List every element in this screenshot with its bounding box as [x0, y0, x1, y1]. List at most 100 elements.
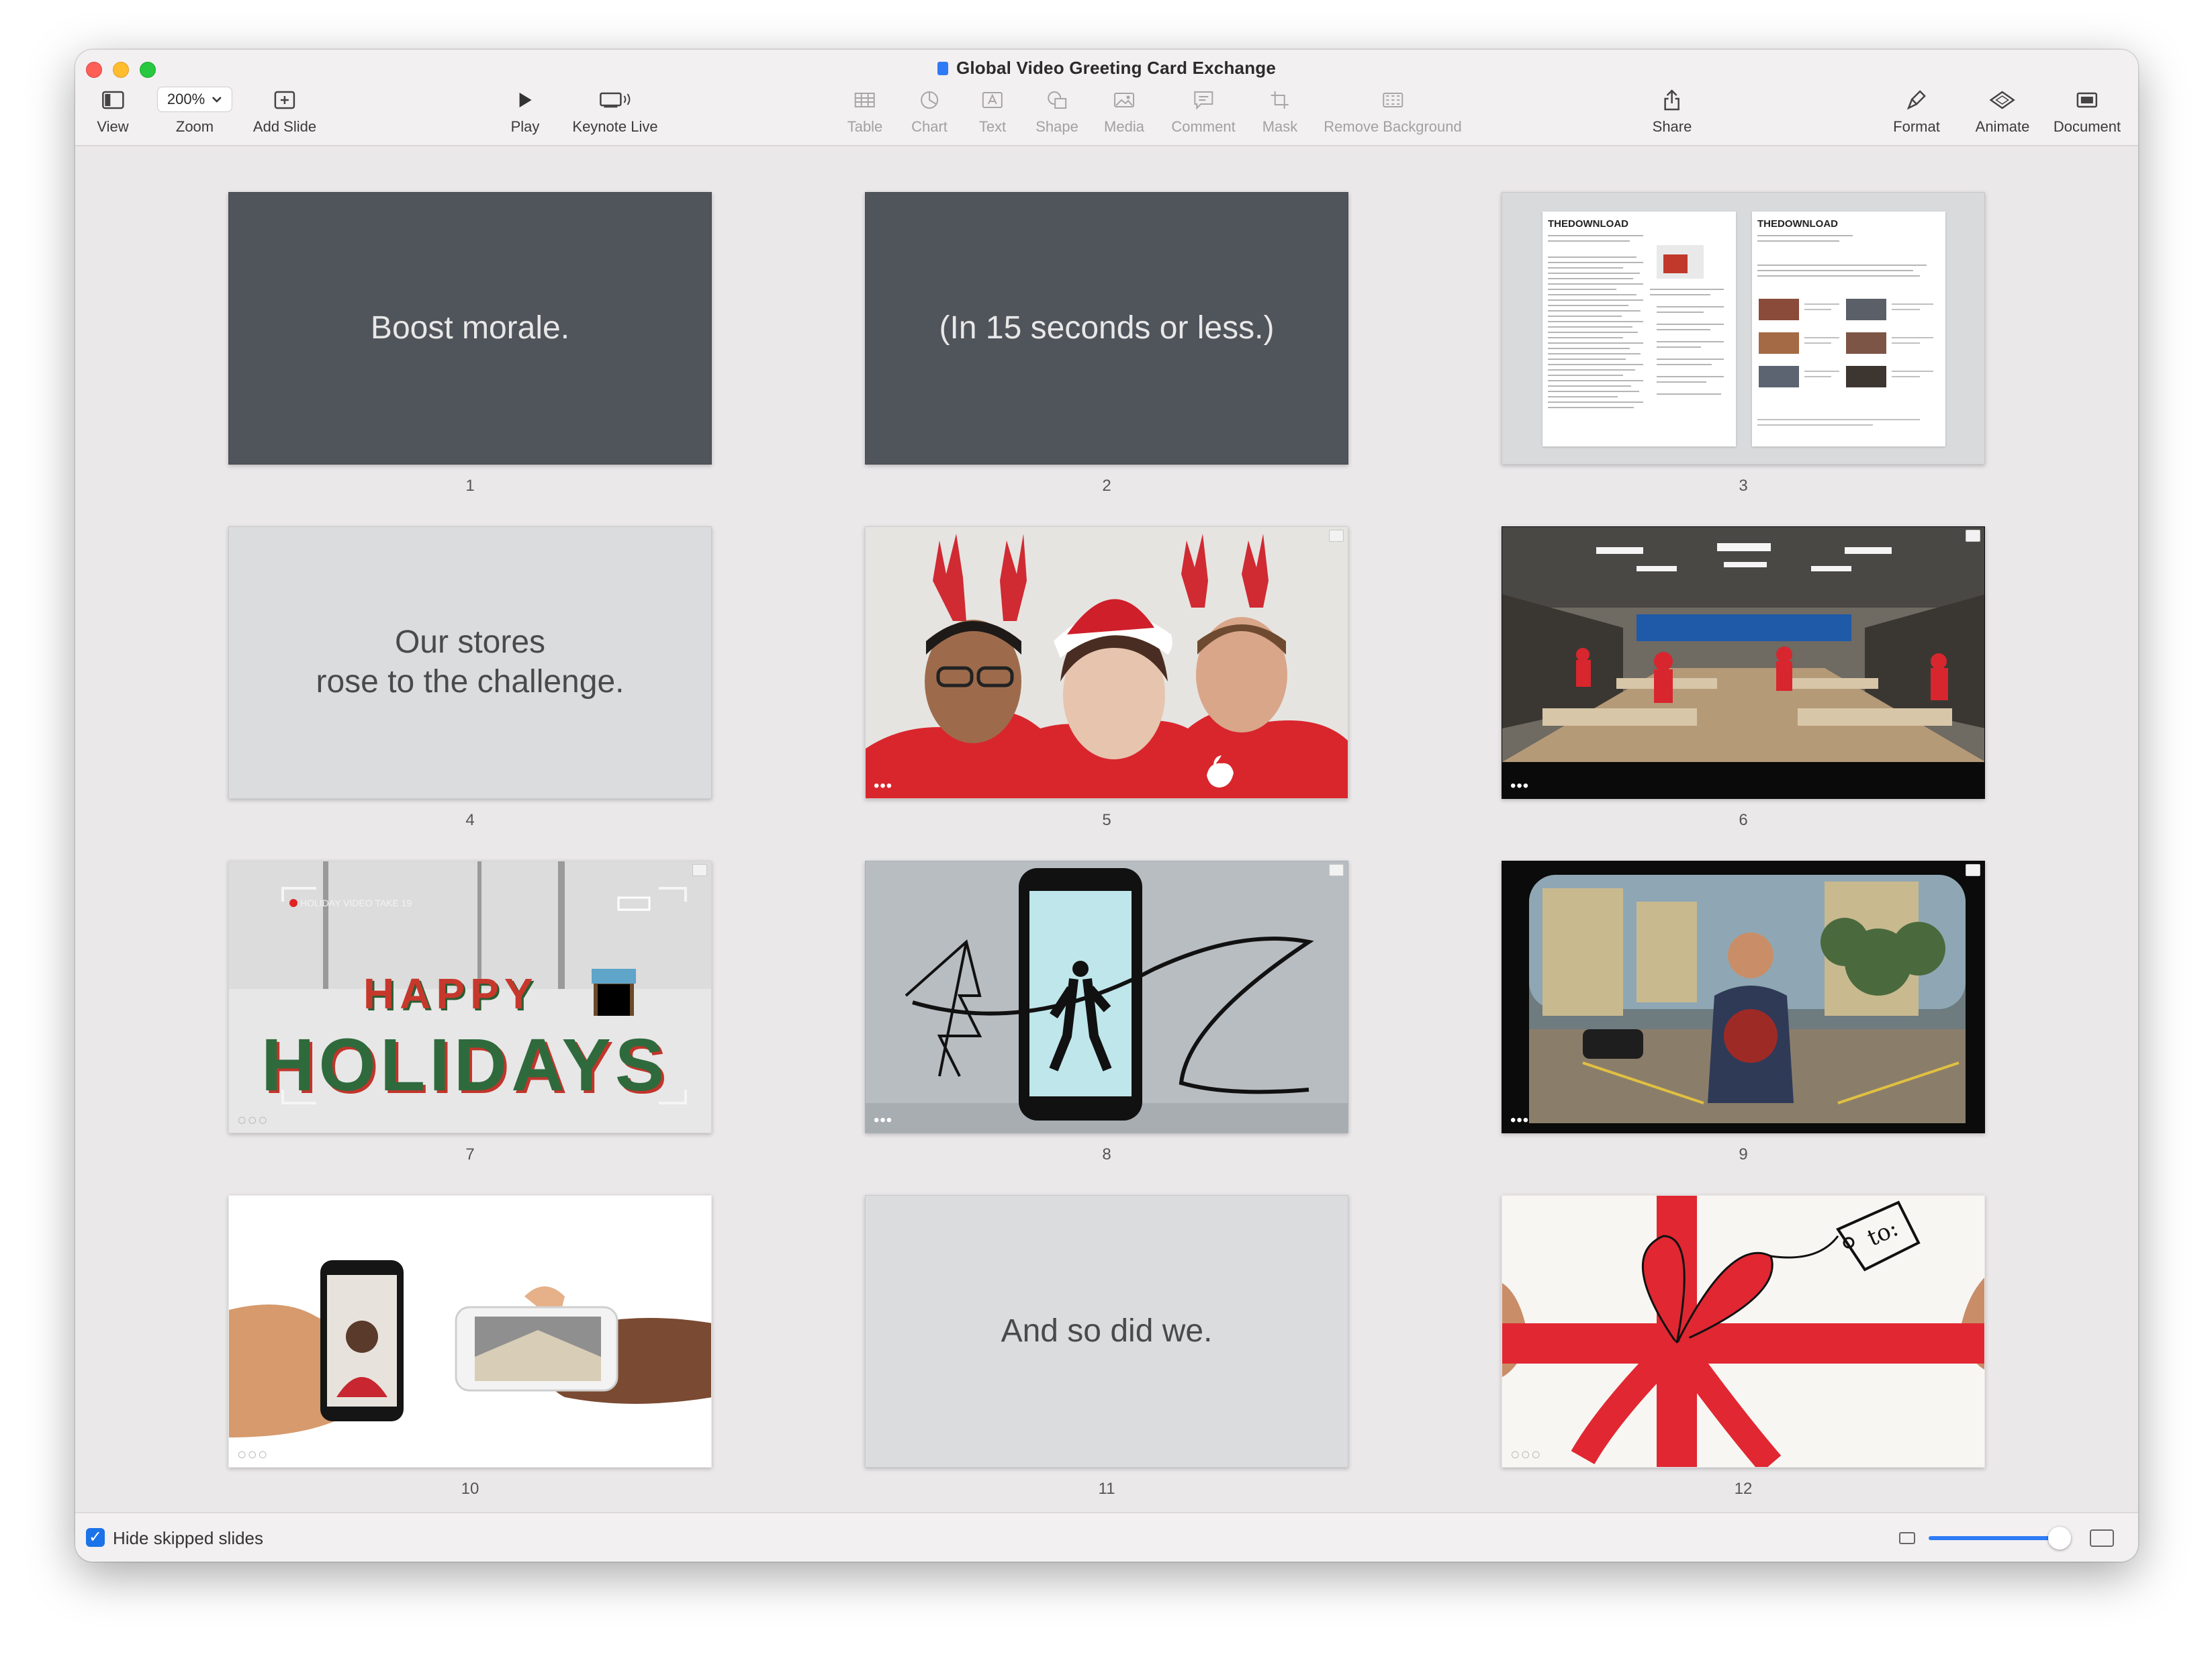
remove-background-button[interactable]: Remove Background — [1324, 89, 1462, 136]
slide-number-3: 3 — [1739, 477, 1748, 495]
slide-thumbnail-12[interactable]: to: ○○○ — [1502, 1195, 1985, 1468]
presenter-notes-icon — [1966, 530, 1980, 542]
more-options-icon[interactable]: ••• — [1510, 1112, 1529, 1129]
keynote-document-icon — [937, 62, 948, 75]
slide-number-2: 2 — [1102, 477, 1111, 495]
comment-icon — [1171, 89, 1235, 111]
slide-number-10: 10 — [461, 1480, 479, 1498]
presenter-notes-icon — [1966, 864, 1980, 876]
slide-4-text: Our stores rose to the challenge. — [229, 527, 711, 798]
zoom-select[interactable]: 200% — [156, 87, 233, 112]
text-box-icon — [979, 89, 1006, 111]
comment-label: Comment — [1171, 118, 1236, 135]
slide-thumbnail-2[interactable]: (In 15 seconds or less.) — [865, 192, 1348, 465]
share-label: Share — [1652, 118, 1692, 135]
comment-button[interactable]: Comment — [1171, 89, 1236, 136]
view-label: View — [97, 118, 129, 135]
slide-thumbnail-3[interactable]: THEDOWNLOAD THEDOWNLOAD — [1502, 192, 1985, 465]
small-thumbnail-icon — [1899, 1532, 1915, 1544]
hide-skipped-label[interactable]: Hide skipped slides — [113, 1528, 263, 1549]
view-button[interactable]: View — [97, 89, 129, 136]
slide-number-12: 12 — [1734, 1480, 1753, 1498]
crop-icon — [1262, 89, 1298, 111]
light-table-footer: ✓ Hide skipped slides — [75, 1512, 2138, 1562]
media-button[interactable]: Media — [1104, 89, 1144, 136]
slide-thumbnail-7[interactable]: HAPPY HOLIDAYS HOLIDAY VIDEO TAKE 19 ○○○ — [228, 861, 712, 1133]
animate-button[interactable]: Animate — [1976, 89, 2030, 136]
shape-icon — [1035, 89, 1078, 111]
text-button[interactable]: Text — [979, 89, 1006, 136]
slide-thumbnail-4[interactable]: Our stores rose to the challenge. — [228, 526, 712, 799]
lego-holidays-text: HOLIDAYS — [261, 1024, 669, 1106]
newsletter-page-left: THEDOWNLOAD — [1542, 211, 1736, 446]
more-options-icon[interactable]: ○○○ — [237, 1112, 269, 1129]
slide-2-text: (In 15 seconds or less.) — [939, 310, 1275, 346]
slide-thumbnail-1[interactable]: Boost morale. — [228, 192, 712, 465]
slide-thumbnail-11[interactable]: And so did we. — [865, 1195, 1348, 1468]
large-thumbnail-icon — [2090, 1529, 2114, 1547]
slide-thumbnail-6[interactable]: ••• — [1502, 526, 1985, 799]
slide-thumbnail-8[interactable]: ••• — [865, 861, 1348, 1133]
more-options-icon[interactable]: ••• — [1510, 778, 1529, 794]
slide-number-1: 1 — [465, 477, 475, 495]
play-label: Play — [510, 118, 540, 135]
slide-number-5: 5 — [1102, 811, 1111, 829]
add-slide-button[interactable]: Add Slide — [253, 89, 316, 136]
play-button[interactable]: Play — [510, 89, 540, 136]
phone-sketch-photo — [866, 861, 1348, 1133]
presenter-notes-icon — [1329, 530, 1344, 542]
more-options-icon[interactable]: ••• — [874, 1112, 892, 1129]
slide-thumbnail-5[interactable]: ••• — [865, 526, 1348, 799]
media-label: Media — [1104, 118, 1144, 135]
light-table-slide-grid: Boost morale. 1 (In 15 seconds or less.)… — [75, 148, 2138, 1512]
zoom-value: 200% — [167, 91, 205, 107]
format-button[interactable]: Format — [1893, 89, 1940, 136]
slide-number-7: 7 — [465, 1145, 475, 1164]
chart-label: Chart — [911, 118, 948, 135]
more-options-icon[interactable]: ○○○ — [1510, 1447, 1542, 1463]
window-title: Global Video Greeting Card Exchange — [75, 58, 2138, 79]
zoom-label: Zoom — [175, 118, 214, 135]
thumbnail-size-slider[interactable] — [1929, 1536, 2063, 1540]
slide-thumbnail-9[interactable]: ••• — [1502, 861, 1985, 1133]
photo-icon — [1104, 89, 1144, 111]
add-slide-icon — [253, 89, 316, 111]
more-options-icon[interactable]: ••• — [874, 778, 892, 794]
keynote-window: Global Video Greeting Card Exchange View… — [75, 50, 2138, 1562]
shape-button[interactable]: Shape — [1035, 89, 1078, 136]
slide-number-11: 11 — [1098, 1480, 1115, 1498]
mask-label: Mask — [1262, 118, 1298, 135]
zoom-control[interactable]: 200% Zoom — [156, 87, 233, 136]
share-button[interactable]: Share — [1653, 89, 1692, 136]
animate-diamond-icon — [1976, 89, 2030, 111]
apple-store-photo — [1502, 527, 1984, 798]
presenter-notes-icon — [692, 864, 707, 876]
reindeer-team-photo — [866, 527, 1348, 798]
mask-button[interactable]: Mask — [1262, 89, 1298, 136]
table-button[interactable]: Table — [847, 89, 882, 136]
thumbnail-size-slider-knob[interactable] — [2048, 1527, 2071, 1550]
window-title-text: Global Video Greeting Card Exchange — [956, 58, 1277, 78]
newsletter-page-right: THEDOWNLOAD — [1752, 211, 1945, 446]
sidebar-icon — [97, 89, 128, 111]
facetime-phones-photo — [229, 1196, 711, 1467]
hide-skipped-checkbox[interactable]: ✓ — [86, 1528, 105, 1547]
slide-number-4: 4 — [465, 811, 475, 829]
newsletter-text-lines — [1548, 235, 1724, 408]
keynote-live-label: Keynote Live — [572, 118, 658, 135]
slide-number-9: 9 — [1739, 1145, 1748, 1164]
slide-thumbnail-10[interactable]: ○○○ — [228, 1195, 712, 1468]
chart-button[interactable]: Chart — [911, 89, 948, 136]
keynote-live-button[interactable]: Keynote Live — [572, 89, 658, 136]
slide-1-text: Boost morale. — [370, 310, 570, 346]
document-button[interactable]: Document — [2054, 89, 2121, 136]
more-options-icon[interactable]: ○○○ — [237, 1447, 269, 1463]
newsletter-video-grid — [1757, 235, 1933, 426]
add-slide-label: Add Slide — [252, 118, 317, 135]
slide-4-line-2: rose to the challenge. — [316, 664, 625, 700]
slide-4-line-1: Our stores — [394, 624, 546, 661]
slide-11-text: And so did we. — [1001, 1313, 1213, 1349]
chevron-down-icon — [212, 97, 222, 103]
slide-number-6: 6 — [1739, 811, 1748, 829]
remove-background-label: Remove Background — [1324, 118, 1462, 135]
